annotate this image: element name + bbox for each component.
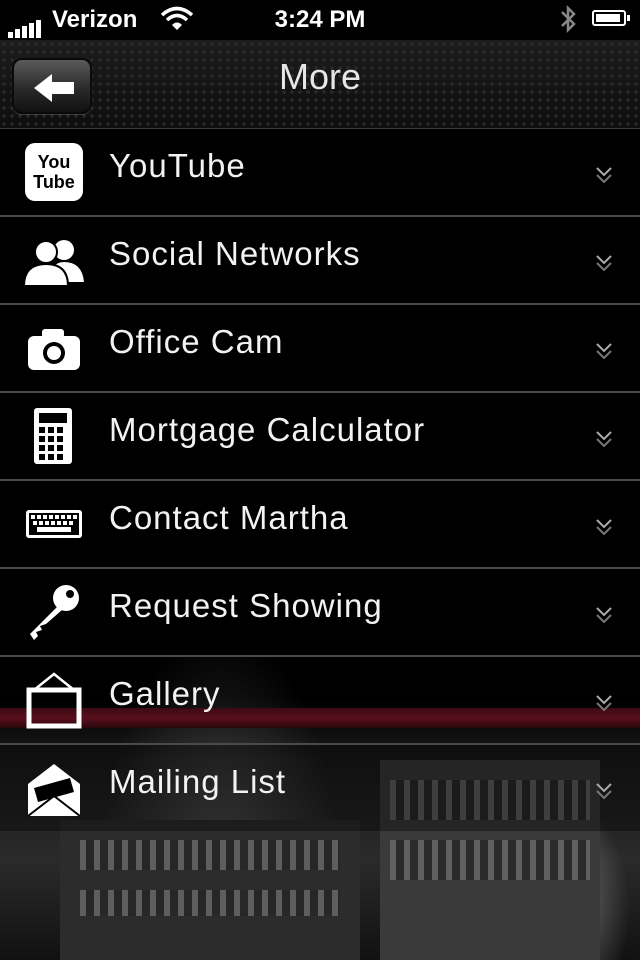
keyboard-icon [24, 494, 84, 554]
youtube-icon-text-you: You [38, 152, 71, 172]
menu-item-request-showing[interactable]: Request Showing [0, 569, 640, 657]
menu-item-social-networks[interactable]: Social Networks [0, 217, 640, 305]
menu-item-label: Request Showing [109, 587, 383, 624]
chevron-icon [596, 431, 612, 448]
navigation-bar: More [0, 40, 640, 130]
chevron-icon [596, 695, 612, 712]
calculator-icon [24, 406, 84, 466]
chevron-icon [596, 519, 612, 536]
menu-item-contact-martha[interactable]: Contact Martha [0, 481, 640, 569]
status-bar: Verizon 3:24 PM [0, 0, 640, 40]
menu-item-label: YouTube [109, 147, 246, 184]
picture-frame-icon [24, 670, 84, 730]
page-title: More [278, 56, 362, 97]
youtube-icon: You Tube [24, 142, 84, 202]
menu-item-gallery[interactable]: Gallery [0, 657, 640, 745]
chevron-icon [596, 783, 612, 800]
menu-item-label: Contact Martha [109, 499, 349, 536]
menu-item-label: Social Networks [109, 235, 361, 272]
clock: 3:24 PM [274, 6, 366, 33]
menu-item-label: Gallery [109, 675, 221, 712]
chevron-icon [596, 607, 612, 624]
menu-item-mailing-list[interactable]: Mailing List [0, 745, 640, 831]
youtube-icon-text-tube: Tube [33, 172, 75, 192]
more-menu-list: You Tube YouTube Social Networks Office … [0, 129, 640, 831]
chevron-icon [596, 167, 612, 184]
people-icon [22, 230, 84, 290]
chevron-icon [596, 255, 612, 272]
envelope-icon [24, 758, 84, 818]
menu-item-label: Office Cam [109, 323, 284, 360]
menu-item-mortgage-calculator[interactable]: Mortgage Calculator [0, 393, 640, 481]
menu-item-label: Mortgage Calculator [109, 411, 426, 448]
chevron-icon [596, 343, 612, 360]
menu-item-label: Mailing List [109, 763, 287, 800]
menu-item-youtube[interactable]: You Tube YouTube [0, 129, 640, 217]
camera-icon [24, 318, 84, 378]
menu-item-office-cam[interactable]: Office Cam [0, 305, 640, 393]
bluetooth-icon [558, 4, 578, 41]
key-icon [24, 582, 84, 642]
battery-icon [592, 10, 630, 26]
